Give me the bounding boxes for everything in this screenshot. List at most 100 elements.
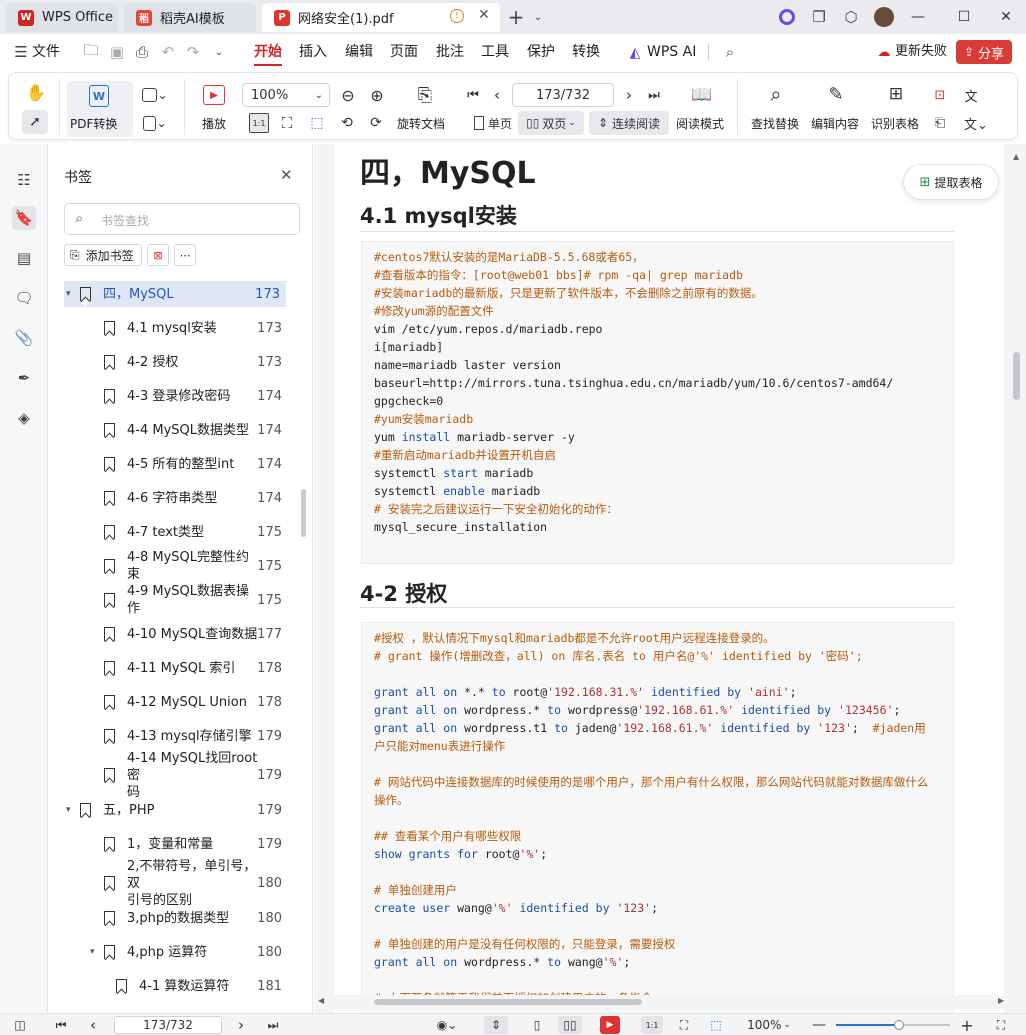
zoom-out-icon[interactable]: ⊖	[338, 85, 358, 105]
select-tool-icon[interactable]: ➚	[22, 110, 48, 134]
play-icon[interactable]: ▶	[203, 85, 225, 105]
zoom-in-icon[interactable]: ⊕	[367, 85, 387, 105]
maximize-icon[interactable]: ☐	[941, 0, 987, 34]
new-tab-icon[interactable]: +	[505, 5, 527, 29]
translate-icon[interactable]: 文	[961, 85, 981, 105]
bookmark-item[interactable]: 4-12 MySQL Union 178	[48, 689, 300, 715]
single-page-view-icon[interactable]: ▯	[528, 1016, 546, 1034]
menu-wps-ai[interactable]: WPS AI	[647, 34, 696, 70]
close-tab-icon[interactable]: ✕	[478, 7, 490, 23]
scroll-left-icon[interactable]: ◀	[318, 996, 324, 1005]
recognize-table-icon[interactable]: ⊞	[883, 81, 909, 107]
continuous-reading-button[interactable]: ⇕ 连续阅读	[589, 111, 669, 135]
add-bookmark-button[interactable]: ⎘ 添加书签	[64, 244, 142, 266]
tab-pdf-document[interactable]: P 网络安全(1).pdf ! ✕	[262, 3, 500, 32]
bookmark-item[interactable]: 4-2 授权 173	[48, 349, 300, 375]
play-icon[interactable]: ▶	[600, 1016, 620, 1034]
bookmark-item[interactable]: 4-14 MySQL找回root密码 179	[48, 751, 300, 800]
rotate-document-icon[interactable]: ⎘	[413, 83, 437, 107]
rotate-right-icon[interactable]: ⟳	[366, 113, 386, 133]
menu-edit[interactable]: 编辑	[345, 34, 373, 70]
save-icon[interactable]: ▣	[106, 41, 128, 63]
bookmark-panel-icon[interactable]: 🔖	[12, 206, 36, 230]
close-panel-icon[interactable]: ✕	[280, 166, 293, 184]
fit-width-icon[interactable]: ⬚	[706, 1016, 726, 1034]
bookmark-item[interactable]: ▾ 4,php 运算符 180	[48, 939, 300, 965]
actual-size-icon[interactable]: 1:1	[249, 113, 269, 133]
zoom-out-icon[interactable]: —	[812, 1016, 826, 1034]
page-number-input[interactable]: 173/732	[512, 83, 614, 107]
scroll-right-icon[interactable]: ▶	[998, 996, 1004, 1005]
window-switch-icon[interactable]: ❐	[808, 6, 830, 28]
menu-tools[interactable]: 工具	[481, 34, 509, 70]
horizontal-scrollbar[interactable]	[374, 999, 642, 1005]
continuous-view-icon[interactable]: ⇕	[484, 1016, 508, 1034]
ai-assistant-icon[interactable]	[776, 6, 798, 28]
update-failed-status[interactable]: 更新失败	[895, 34, 947, 70]
scroll-up-icon[interactable]: ▲	[1013, 152, 1019, 161]
fullscreen-icon[interactable]: ⛶	[992, 1016, 1010, 1034]
read-mode-label[interactable]: 阅读模式	[676, 115, 724, 132]
read-mode-icon[interactable]: 📖	[690, 83, 714, 107]
bookmark-item[interactable]: 4-10 MySQL查询数据 177	[48, 621, 300, 647]
find-replace-icon[interactable]: ⌕	[763, 81, 789, 107]
document-scrollbar[interactable]	[1013, 352, 1020, 400]
bookmark-item[interactable]: 2,不带符号，单引号，双 引号的区别 180	[48, 859, 300, 908]
zoom-select[interactable]: 100% ⌄	[242, 83, 330, 107]
redo-icon[interactable]: ↷	[182, 41, 204, 63]
more-translate-icon[interactable]: 文⌄	[961, 113, 991, 133]
zoom-level-dropdown[interactable]: 100% ⌄	[747, 1016, 791, 1034]
bookmark-item[interactable]: 4-7 text类型 175	[48, 519, 300, 545]
bookmark-item[interactable]: 4-5 所有的整型int 174	[48, 451, 300, 477]
sidebar-toggle-icon[interactable]: ◫	[10, 1016, 30, 1034]
last-page-icon[interactable]: ⏭	[264, 1016, 282, 1034]
bookmark-item[interactable]: 4.1 mysql安装 173	[48, 315, 300, 341]
first-page-icon[interactable]: ⏮	[465, 85, 481, 105]
close-window-icon[interactable]: ✕	[983, 0, 1026, 34]
status-page-input[interactable]: 173/732	[114, 1016, 222, 1034]
hamburger-menu-icon[interactable]: ☰	[10, 41, 32, 63]
bookmark-item[interactable]: 4-11 MySQL 索引 178	[48, 655, 300, 681]
quick-access-chevron-icon[interactable]: ⌄	[208, 41, 230, 63]
rotate-left-icon[interactable]: ⟲	[337, 113, 357, 133]
bookmark-item-selected[interactable]: ▾ 四，MySQL 173	[64, 281, 286, 307]
screenshot-ocr-icon[interactable]: ⊡	[930, 85, 950, 105]
edit-content-icon[interactable]: ✎	[823, 81, 849, 107]
edit-content-label[interactable]: 编辑内容	[811, 115, 859, 132]
expand-toggle-icon[interactable]: ▾	[90, 947, 100, 957]
copy-pages-icon[interactable]: ⌄	[140, 113, 170, 133]
avatar[interactable]	[873, 6, 895, 28]
bookmark-item[interactable]: 3,php的数据类型 180	[48, 905, 300, 931]
zoom-slider[interactable]	[836, 1020, 950, 1030]
bookmark-item[interactable]: 4-13 mysql存储引擎 179	[48, 723, 300, 749]
prev-page-icon[interactable]: ‹	[489, 85, 505, 105]
compare-icon[interactable]: ⎗	[930, 113, 950, 133]
bookmark-item[interactable]: 1，变量和常量 179	[48, 831, 300, 857]
hand-tool-icon[interactable]: ✋	[25, 81, 47, 103]
menu-home[interactable]: 开始	[254, 34, 282, 70]
menu-page[interactable]: 页面	[390, 34, 418, 70]
actual-size-icon[interactable]: 1:1	[641, 1016, 663, 1034]
attachment-icon[interactable]: 📎	[12, 326, 36, 350]
warning-icon[interactable]: !	[450, 9, 464, 23]
next-page-icon[interactable]: ›	[621, 85, 637, 105]
minimize-icon[interactable]: —	[895, 0, 941, 34]
image-convert-icon[interactable]: ⌄	[140, 85, 170, 105]
bookmark-item[interactable]: 4-8 MySQL完整性约束 175	[48, 550, 300, 582]
first-page-icon[interactable]: ⏮	[52, 1016, 70, 1034]
menu-protect[interactable]: 保护	[527, 34, 555, 70]
thumbnail-icon[interactable]: ▤	[12, 246, 36, 270]
bookmark-item[interactable]: 4-3 登录修改密码 174	[48, 383, 300, 409]
fit-width-icon[interactable]: ⬚	[307, 113, 327, 133]
bookmark-item[interactable]: 4-4 MySQL数据类型 174	[48, 417, 300, 443]
tab-wps-office[interactable]: W WPS Office	[6, 3, 118, 32]
last-page-icon[interactable]: ⏭	[646, 85, 662, 105]
find-replace-label[interactable]: 查找替换	[751, 115, 799, 132]
comment-icon[interactable]: 🗨	[12, 286, 36, 310]
chevron-down-icon[interactable]: ⌄	[527, 6, 549, 28]
bookmark-item[interactable]: 4-9 MySQL数据表操作 175	[48, 584, 300, 616]
menu-file[interactable]: 文件	[32, 34, 60, 70]
bookmark-item[interactable]: ▾ 五，PHP 179	[48, 797, 300, 823]
zoom-slider-thumb[interactable]	[894, 1020, 904, 1030]
expand-toggle-icon[interactable]: ▾	[66, 289, 76, 299]
